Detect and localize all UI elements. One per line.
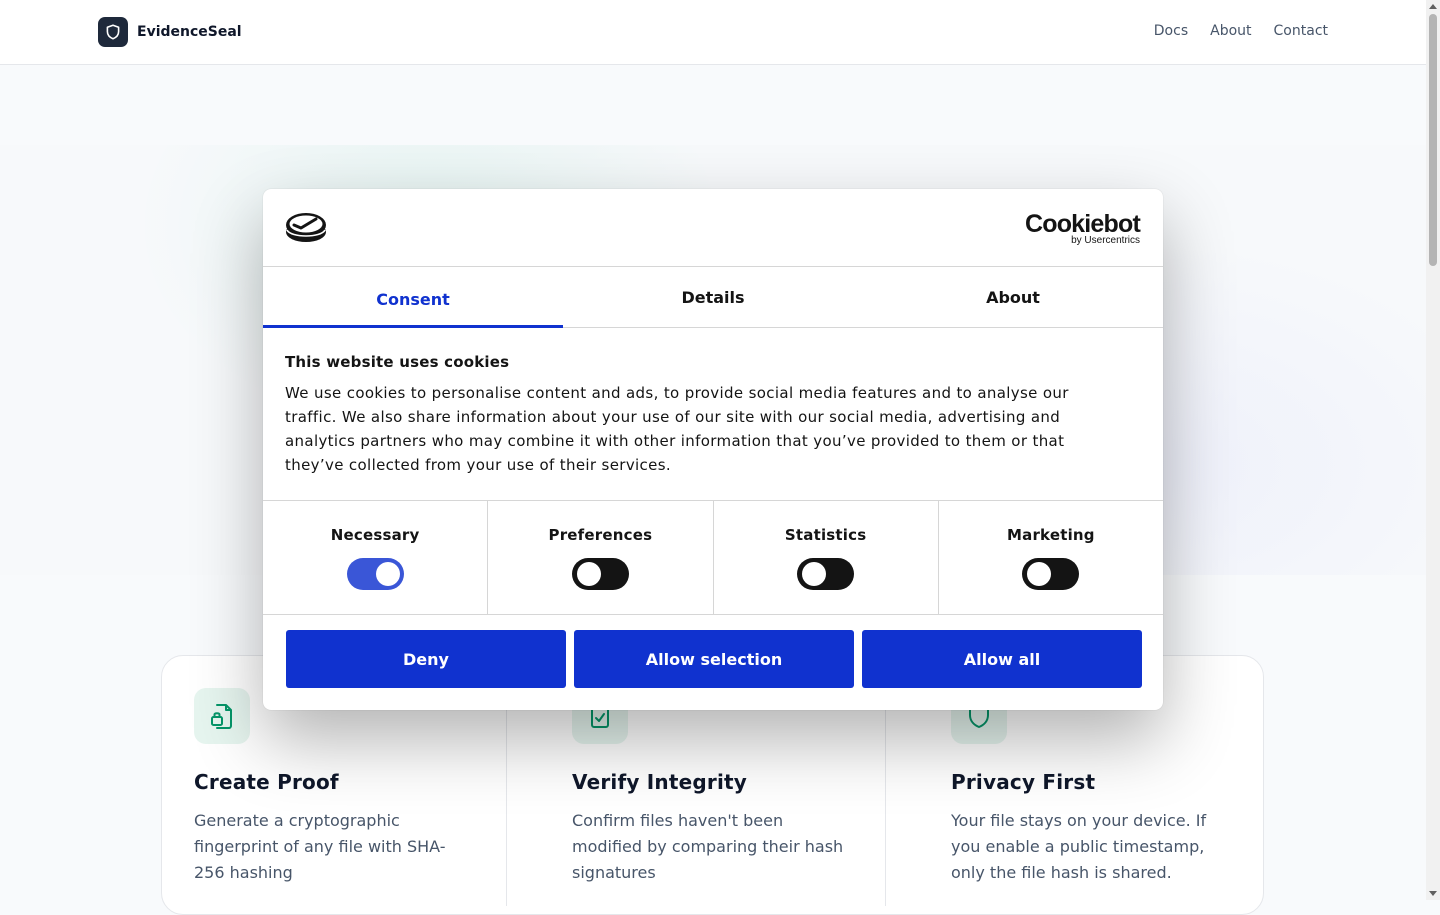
preferences-toggle-switch[interactable] — [571, 558, 629, 590]
cookiebot-brand[interactable]: Cookiebot by Usercentrics — [1024, 210, 1141, 246]
tab-about[interactable]: About — [863, 267, 1163, 327]
toggle-label: Preferences — [548, 526, 653, 544]
toggle-cell-necessary: Necessary — [263, 501, 489, 614]
top-navbar: EvidenceSeal Docs About Contact — [0, 0, 1426, 65]
cookie-dialog-body: We use cookies to personalise content an… — [285, 384, 1069, 474]
allow-selection-button[interactable]: Allow selection — [574, 630, 854, 688]
feature-card-verify-integrity: Verify Integrity Confirm files haven't b… — [572, 688, 852, 886]
marketing-toggle-switch[interactable] — [1022, 558, 1080, 590]
toggle-knob — [1027, 562, 1052, 586]
shield-logo-icon — [98, 17, 128, 47]
cookie-dialog-actions: Deny Allow selection Allow all — [286, 630, 1142, 688]
main-nav: Docs About Contact — [1154, 23, 1328, 39]
toggle-label: Marketing — [1007, 526, 1095, 544]
brand-home-link[interactable]: EvidenceSeal — [98, 17, 242, 47]
allow-all-button[interactable]: Allow all — [862, 630, 1142, 688]
toggle-label: Necessary — [330, 526, 420, 544]
deny-button[interactable]: Deny — [286, 630, 566, 688]
necessary-toggle-switch[interactable] — [346, 558, 404, 590]
file-lock-icon — [194, 688, 250, 744]
cookiebot-wordmark: Cookiebot — [1024, 210, 1141, 238]
tab-consent[interactable]: Consent — [263, 267, 563, 328]
tab-details[interactable]: Details — [563, 267, 863, 327]
page-scrollbar[interactable] — [1426, 0, 1440, 900]
statistics-toggle-switch[interactable] — [797, 558, 855, 590]
toggle-knob — [576, 562, 601, 586]
cookie-dialog-header: Cookiebot by Usercentrics — [263, 189, 1163, 267]
scroll-down-arrow-icon[interactable] — [1429, 891, 1437, 896]
toggle-label: Statistics — [784, 526, 867, 544]
feature-description: Your file stays on your device. If you e… — [951, 811, 1207, 882]
feature-title: Verify Integrity — [572, 770, 748, 794]
brand-name: EvidenceSeal — [137, 24, 242, 40]
toggle-knob — [802, 562, 827, 586]
feature-card-create-proof: Create Proof Generate a cryptographic fi… — [194, 688, 474, 886]
cookiebot-logo-icon — [286, 213, 326, 242]
cookie-dialog-tabs: Consent Details About — [263, 267, 1163, 328]
feature-description: Confirm files haven't been modified by c… — [572, 811, 844, 882]
nav-contact-link[interactable]: Contact — [1274, 23, 1328, 39]
scroll-up-arrow-icon[interactable] — [1429, 4, 1437, 9]
nav-about-link[interactable]: About — [1210, 23, 1251, 39]
toggle-knob — [375, 562, 400, 586]
cookie-dialog-title: This website uses cookies — [285, 353, 510, 371]
feature-description: Generate a cryptographic fingerprint of … — [194, 811, 446, 882]
feature-title: Privacy First — [951, 770, 1096, 794]
nav-docs-link[interactable]: Docs — [1154, 23, 1188, 39]
scrollbar-thumb[interactable] — [1429, 14, 1437, 266]
cookie-category-toggles: Necessary Preferences Statistics Marketi… — [263, 500, 1163, 615]
feature-card-privacy-first: Privacy First Your file stays on your de… — [951, 688, 1231, 886]
toggle-cell-preferences: Preferences — [488, 501, 714, 614]
toggle-cell-marketing: Marketing — [939, 501, 1163, 614]
feature-title: Create Proof — [194, 770, 339, 794]
toggle-cell-statistics: Statistics — [714, 501, 939, 614]
cookie-consent-dialog: Cookiebot by Usercentrics Consent Detail… — [263, 189, 1163, 710]
